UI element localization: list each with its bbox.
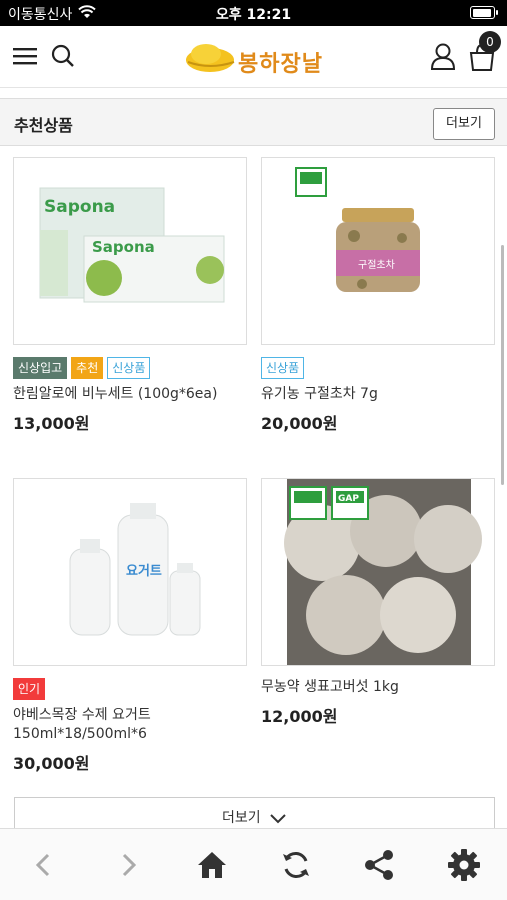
badge-new: 신상품 bbox=[107, 357, 151, 379]
product-price: 20,000원 bbox=[261, 414, 338, 433]
back-icon[interactable] bbox=[26, 847, 62, 883]
search-icon[interactable] bbox=[50, 43, 76, 69]
yogurt-bottles-image: 요거트 bbox=[69, 503, 201, 636]
section-more-button[interactable]: 더보기 bbox=[433, 108, 495, 140]
product-2-image-text: 구절초차 bbox=[358, 258, 395, 271]
clock: 오후 12:21 bbox=[215, 7, 292, 23]
product-4-image-text: GAP bbox=[338, 494, 359, 504]
product-badges: 신상입고 추천 신상품 bbox=[13, 357, 247, 379]
product-name[interactable]: 유기농 구절초차 7g bbox=[261, 385, 495, 404]
share-icon[interactable] bbox=[362, 847, 398, 883]
product-image[interactable]: 요거트 bbox=[13, 478, 247, 666]
badge-popular: 인기 bbox=[13, 678, 46, 700]
product-name[interactable]: 야베스목장 수제 요거트 150ml*18/500ml*6 bbox=[13, 706, 247, 744]
product-1-image-text: Sapona bbox=[44, 197, 115, 217]
settings-icon[interactable] bbox=[446, 847, 482, 883]
badge-new-in: 신상입고 bbox=[13, 357, 68, 379]
bottom-navigation bbox=[0, 828, 507, 900]
product-image[interactable]: GAP bbox=[261, 478, 495, 666]
menu-icon[interactable] bbox=[12, 44, 38, 68]
soap-set-image: Sapona Sapona bbox=[39, 187, 225, 303]
mushroom-image: GAP bbox=[284, 479, 482, 665]
product-3-image-text: 요거트 bbox=[126, 564, 162, 579]
forward-icon[interactable] bbox=[110, 847, 146, 883]
badge-recommend: 추천 bbox=[71, 357, 104, 379]
product-badges: 인기 bbox=[13, 678, 247, 700]
tea-jar-image: 구절초차 bbox=[295, 167, 420, 292]
product-name[interactable]: 한림알로에 비누세트 (100g*6ea) bbox=[13, 385, 247, 404]
product-price: 13,000원 bbox=[13, 414, 90, 433]
section-title: 추천상품 bbox=[14, 116, 73, 135]
product-card[interactable]: Sapona Sapona 신상입고 추천 신상품 한림알로에 비누세트 (10… bbox=[13, 157, 247, 434]
battery-icon bbox=[470, 6, 498, 19]
product-price: 12,000원 bbox=[261, 707, 338, 726]
recommended-section-header: 추천상품 더보기 bbox=[0, 98, 507, 146]
badge-new: 신상품 bbox=[261, 357, 305, 379]
refresh-icon[interactable] bbox=[278, 847, 314, 883]
product-card[interactable]: 구절초차 신상품 유기농 구절초차 7g 20,000원 bbox=[261, 157, 495, 434]
user-icon[interactable] bbox=[430, 42, 456, 70]
load-more-label: 더보기 bbox=[221, 810, 261, 826]
app-header: 봉하장날 0 bbox=[0, 26, 507, 88]
brand-name[interactable]: 봉하장날 bbox=[238, 46, 323, 78]
product-name[interactable]: 무농약 생표고버섯 1kg bbox=[261, 678, 495, 697]
scrollbar-thumb[interactable] bbox=[501, 245, 504, 485]
product-price: 30,000원 bbox=[13, 754, 90, 773]
product-card[interactable]: GAP 무농약 생표고버섯 1kg 12,000원 bbox=[261, 478, 495, 727]
product-1-image-text-2: Sapona bbox=[92, 238, 155, 256]
product-image[interactable]: 구절초차 bbox=[261, 157, 495, 345]
status-bar: 이동통신사 오후 12:21 bbox=[0, 0, 507, 26]
product-badges: 신상품 bbox=[261, 357, 495, 379]
chevron-down-icon bbox=[270, 814, 286, 824]
home-icon[interactable] bbox=[194, 847, 230, 883]
battery-fill bbox=[472, 8, 491, 17]
cart-count-badge: 0 bbox=[479, 31, 501, 53]
product-card[interactable]: 요거트 인기 야베스목장 수제 요거트 150ml*18/500ml*6 30,… bbox=[13, 478, 247, 774]
product-image[interactable]: Sapona Sapona bbox=[13, 157, 247, 345]
